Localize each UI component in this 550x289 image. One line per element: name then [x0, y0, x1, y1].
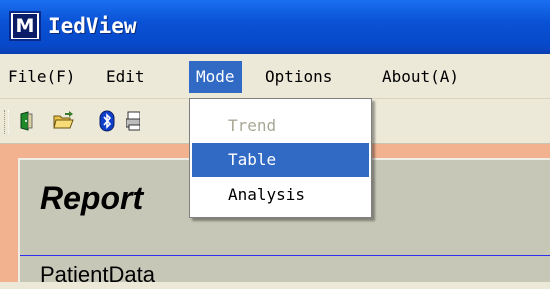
menu-item-trend[interactable]: Trend — [192, 109, 369, 143]
open-folder-icon[interactable] — [52, 110, 74, 132]
print-icon[interactable] — [126, 110, 140, 132]
bluetooth-icon[interactable] — [96, 110, 118, 132]
menu-mode[interactable]: Mode — [189, 61, 242, 93]
menu-edit[interactable]: Edit — [99, 61, 152, 93]
app-icon-letter: M — [13, 14, 37, 38]
menu-options[interactable]: Options — [258, 61, 339, 93]
mode-dropdown-menu: Trend Table Analysis — [189, 98, 372, 218]
menu-about[interactable]: About(A) — [375, 61, 466, 93]
menu-item-table[interactable]: Table — [192, 143, 369, 177]
toolbar-grip[interactable] — [4, 110, 9, 134]
title-bar[interactable]: M IedView — [0, 0, 550, 54]
menu-file[interactable]: File(F) — [1, 61, 82, 93]
app-icon[interactable]: M — [9, 11, 41, 41]
patient-data-heading: PatientData — [40, 262, 155, 287]
divider-line — [20, 255, 550, 256]
report-title: Report — [40, 180, 144, 216]
green-door-icon[interactable] — [16, 110, 38, 132]
window-title: IedView — [48, 14, 137, 38]
menu-bar: File(F) Edit Mode Options About(A) — [0, 54, 550, 99]
menu-item-analysis[interactable]: Analysis — [192, 178, 369, 212]
